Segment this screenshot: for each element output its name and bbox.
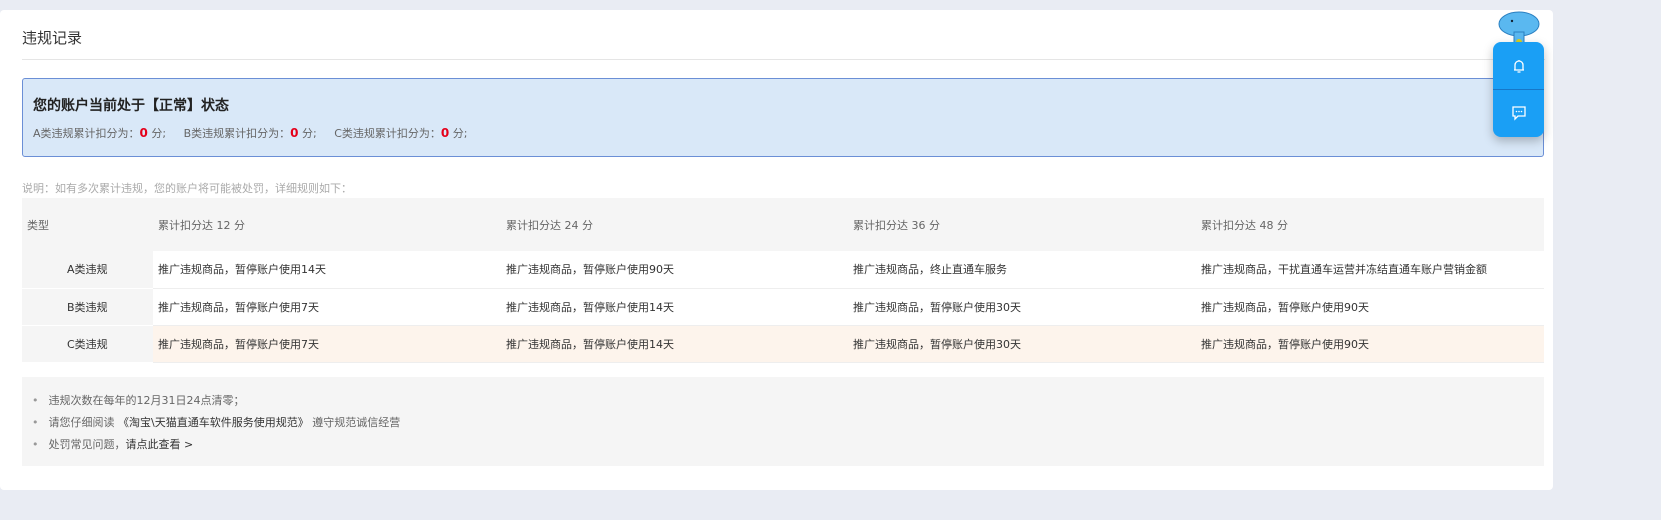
note-item: 处罚常见问题，请点此查看 > bbox=[32, 434, 1534, 456]
table-cell: 推广违规商品，暂停账户使用14天 bbox=[501, 288, 848, 326]
score-value: 0 bbox=[139, 126, 148, 140]
header-24: 累计扣分达 24 分 bbox=[501, 198, 848, 251]
penalty-rules-table: 类型 累计扣分达 12 分 累计扣分达 24 分 累计扣分达 36 分 累计扣分… bbox=[22, 198, 1544, 363]
score-label: A类违规累计扣分为： bbox=[33, 127, 140, 140]
score-label: B类违规累计扣分为： bbox=[183, 127, 291, 140]
table-cell: 推广违规商品，暂停账户使用90天 bbox=[1196, 325, 1544, 363]
table-cell: 推广违规商品，暂停账户使用14天 bbox=[153, 251, 501, 289]
chat-icon bbox=[1511, 106, 1526, 121]
row-type: A类违规 bbox=[22, 251, 153, 289]
service-rules-link[interactable]: 《淘宝\天猫直通车软件服务使用规范》 bbox=[118, 416, 309, 429]
notes-list: 违规次数在每年的12月31日24点清零； 请您仔细阅读 《淘宝\天猫直通车软件服… bbox=[22, 377, 1544, 466]
score-value: 0 bbox=[440, 126, 450, 140]
table-cell: 推广违规商品，暂停账户使用90天 bbox=[501, 251, 848, 289]
faq-link[interactable]: 请点此查看 > bbox=[126, 438, 194, 451]
header-48: 累计扣分达 48 分 bbox=[1196, 198, 1544, 251]
header-12: 累计扣分达 12 分 bbox=[153, 198, 501, 251]
message-button[interactable] bbox=[1493, 89, 1544, 136]
header-36: 累计扣分达 36 分 bbox=[848, 198, 1196, 251]
table-row: C类违规 推广违规商品，暂停账户使用7天 推广违规商品，暂停账户使用14天 推广… bbox=[22, 325, 1544, 363]
rules-note: 说明：如有多次累计违规，您的账户将可能被处罚，详细规则如下： bbox=[22, 182, 352, 195]
score-a: A类违规累计扣分为：0 分; bbox=[33, 126, 167, 140]
score-b: B类违规累计扣分为：0 分; bbox=[183, 126, 317, 140]
score-unit: 分; bbox=[151, 127, 167, 140]
table-header: 类型 累计扣分达 12 分 累计扣分达 24 分 累计扣分达 36 分 累计扣分… bbox=[22, 198, 1544, 251]
score-summary: A类违规累计扣分为：0 分; B类违规累计扣分为：0 分; C类违规累计扣分为：… bbox=[33, 125, 1533, 141]
header-type: 类型 bbox=[22, 198, 153, 251]
score-value: 0 bbox=[290, 126, 299, 140]
elephant-mascot-icon[interactable] bbox=[1497, 10, 1541, 46]
account-status-box: 您的账户当前处于【正常】状态 A类违规累计扣分为：0 分; B类违规累计扣分为：… bbox=[22, 78, 1544, 157]
score-c: C类违规累计扣分为：0 分; bbox=[334, 126, 468, 140]
table-cell: 推广违规商品，干扰直通车运营并冻结直通车账户营销金额 bbox=[1196, 251, 1544, 289]
note-text: 违规次数在每年的12月31日24点清零； bbox=[48, 394, 245, 407]
table-cell: 推广违规商品，暂停账户使用30天 bbox=[848, 325, 1196, 363]
note-item: 违规次数在每年的12月31日24点清零； bbox=[32, 390, 1534, 412]
score-unit: 分; bbox=[452, 127, 468, 140]
score-label: C类违规累计扣分为： bbox=[334, 127, 441, 140]
status-heading: 您的账户当前处于【正常】状态 bbox=[33, 98, 229, 114]
table-cell: 推广违规商品，暂停账户使用7天 bbox=[153, 325, 501, 363]
note-text: 请您仔细阅读 bbox=[48, 416, 118, 429]
notification-button[interactable] bbox=[1493, 42, 1544, 89]
table-cell: 推广违规商品，暂停账户使用90天 bbox=[1196, 288, 1544, 326]
table-cell: 推广违规商品，暂停账户使用7天 bbox=[153, 288, 501, 326]
floating-toolbar bbox=[1493, 42, 1544, 137]
bell-icon bbox=[1513, 59, 1524, 73]
note-item: 请您仔细阅读 《淘宝\天猫直通车软件服务使用规范》 遵守规范诚信经营 bbox=[32, 412, 1534, 434]
note-text: 处罚常见问题， bbox=[48, 438, 126, 451]
violation-record-card: 违规记录 您的账户当前处于【正常】状态 A类违规累计扣分为：0 分; B类违规累… bbox=[0, 10, 1553, 490]
divider bbox=[22, 59, 1545, 60]
table-row: A类违规 推广违规商品，暂停账户使用14天 推广违规商品，暂停账户使用90天 推… bbox=[22, 251, 1544, 289]
row-type: B类违规 bbox=[22, 288, 153, 326]
table-cell: 推广违规商品，终止直通车服务 bbox=[848, 251, 1196, 289]
table-row: B类违规 推广违规商品，暂停账户使用7天 推广违规商品，暂停账户使用14天 推广… bbox=[22, 288, 1544, 326]
table-cell: 推广违规商品，暂停账户使用14天 bbox=[501, 325, 848, 363]
table-cell: 推广违规商品，暂停账户使用30天 bbox=[848, 288, 1196, 326]
row-type: C类违规 bbox=[22, 325, 153, 363]
score-unit: 分; bbox=[302, 127, 317, 140]
note-text: 遵守规范诚信经营 bbox=[308, 416, 401, 429]
page-title: 违规记录 bbox=[22, 29, 83, 47]
